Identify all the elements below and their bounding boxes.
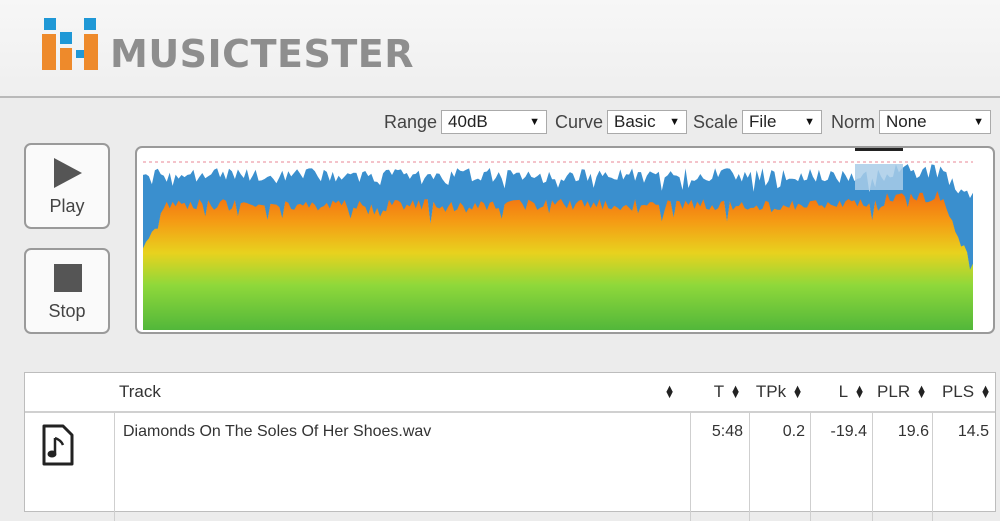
range-control: Range 40dB ▼ <box>384 109 553 135</box>
music-file-icon <box>42 424 74 466</box>
col-track-header[interactable]: Track ▲ ▼ <box>119 373 685 411</box>
track-table: Track ▲ ▼ T ▲ ▼ TPk ▲ ▼ L ▲ ▼ PLR ▲ ▼ PLS ▲ ▼ <box>24 372 996 521</box>
sort-icon: ▲ ▼ <box>916 383 927 401</box>
range-value: 40dB <box>448 112 488 131</box>
curve-label: Curve <box>555 111 604 132</box>
sort-icon: ▲ ▼ <box>664 383 675 401</box>
curve-value: Basic <box>614 112 656 131</box>
col-t-label: T <box>713 382 725 401</box>
col-l-label: L <box>838 382 849 401</box>
col-plr-label: PLR <box>877 382 911 401</box>
sort-icon: ▲ ▼ <box>792 383 803 401</box>
scale-label: Scale <box>693 111 739 132</box>
chevron-down-icon: ▼ <box>529 116 541 128</box>
scale-value: File <box>749 112 777 131</box>
play-icon <box>54 157 82 188</box>
sort-icon: ▲ ▼ <box>854 383 865 401</box>
scale-control: Scale File ▼ <box>693 109 828 135</box>
norm-label: Norm <box>831 111 875 132</box>
loudness-waveform[interactable] <box>135 146 995 334</box>
norm-value: None <box>886 112 927 131</box>
stop-label: Stop <box>48 300 86 321</box>
col-tpk-header[interactable]: TPk ▲ ▼ <box>749 373 809 411</box>
stop-button[interactable]: Stop <box>24 248 110 334</box>
track-pls: 14.5 <box>957 423 989 440</box>
play-label: Play <box>49 195 85 216</box>
col-pls-label: PLS <box>941 382 975 401</box>
col-track-label: Track <box>119 382 161 401</box>
norm-select[interactable]: None ▼ <box>879 110 991 134</box>
curve-control: Curve Basic ▼ <box>555 109 693 135</box>
brand-name: MUSICTESTER <box>110 32 414 76</box>
table-header: Track ▲ ▼ T ▲ ▼ TPk ▲ ▼ L ▲ ▼ PLR ▲ ▼ PLS ▲ ▼ <box>25 373 995 413</box>
col-t-header[interactable]: T ▲ ▼ <box>691 373 747 411</box>
chevron-down-icon: ▼ <box>669 116 681 128</box>
app-header: MUSICTESTER <box>0 0 1000 98</box>
col-l-header[interactable]: L ▲ ▼ <box>811 373 871 411</box>
sort-icon: ▲ ▼ <box>730 383 741 401</box>
range-label: Range <box>384 111 438 132</box>
chevron-down-icon: ▼ <box>973 116 984 128</box>
col-plr-header[interactable]: PLR ▲ ▼ <box>873 373 933 411</box>
playhead-marker <box>855 148 903 151</box>
track-duration: 5:48 <box>711 423 743 440</box>
col-tpk-label: TPk <box>755 382 787 401</box>
track-loudness: -19.4 <box>830 423 867 440</box>
selection-highlight <box>855 164 903 190</box>
curve-select[interactable]: Basic ▼ <box>607 110 688 134</box>
track-name: Diamonds On The Soles Of Her Shoes.wav <box>123 423 432 440</box>
waveform-canvas <box>143 161 973 330</box>
scale-select[interactable]: File ▼ <box>742 110 823 134</box>
chevron-down-icon: ▼ <box>804 116 816 128</box>
col-pls-header[interactable]: PLS ▲ ▼ <box>933 373 995 411</box>
play-button[interactable]: Play <box>24 143 110 229</box>
norm-control: Norm None ▼ <box>831 109 997 135</box>
sort-icon: ▲ ▼ <box>980 383 991 401</box>
track-true-peak: 0.2 <box>782 423 805 440</box>
track-plr: 19.6 <box>897 423 929 440</box>
range-select[interactable]: 40dB ▼ <box>441 110 548 134</box>
stop-icon <box>54 263 82 292</box>
logo-icon <box>40 16 102 74</box>
